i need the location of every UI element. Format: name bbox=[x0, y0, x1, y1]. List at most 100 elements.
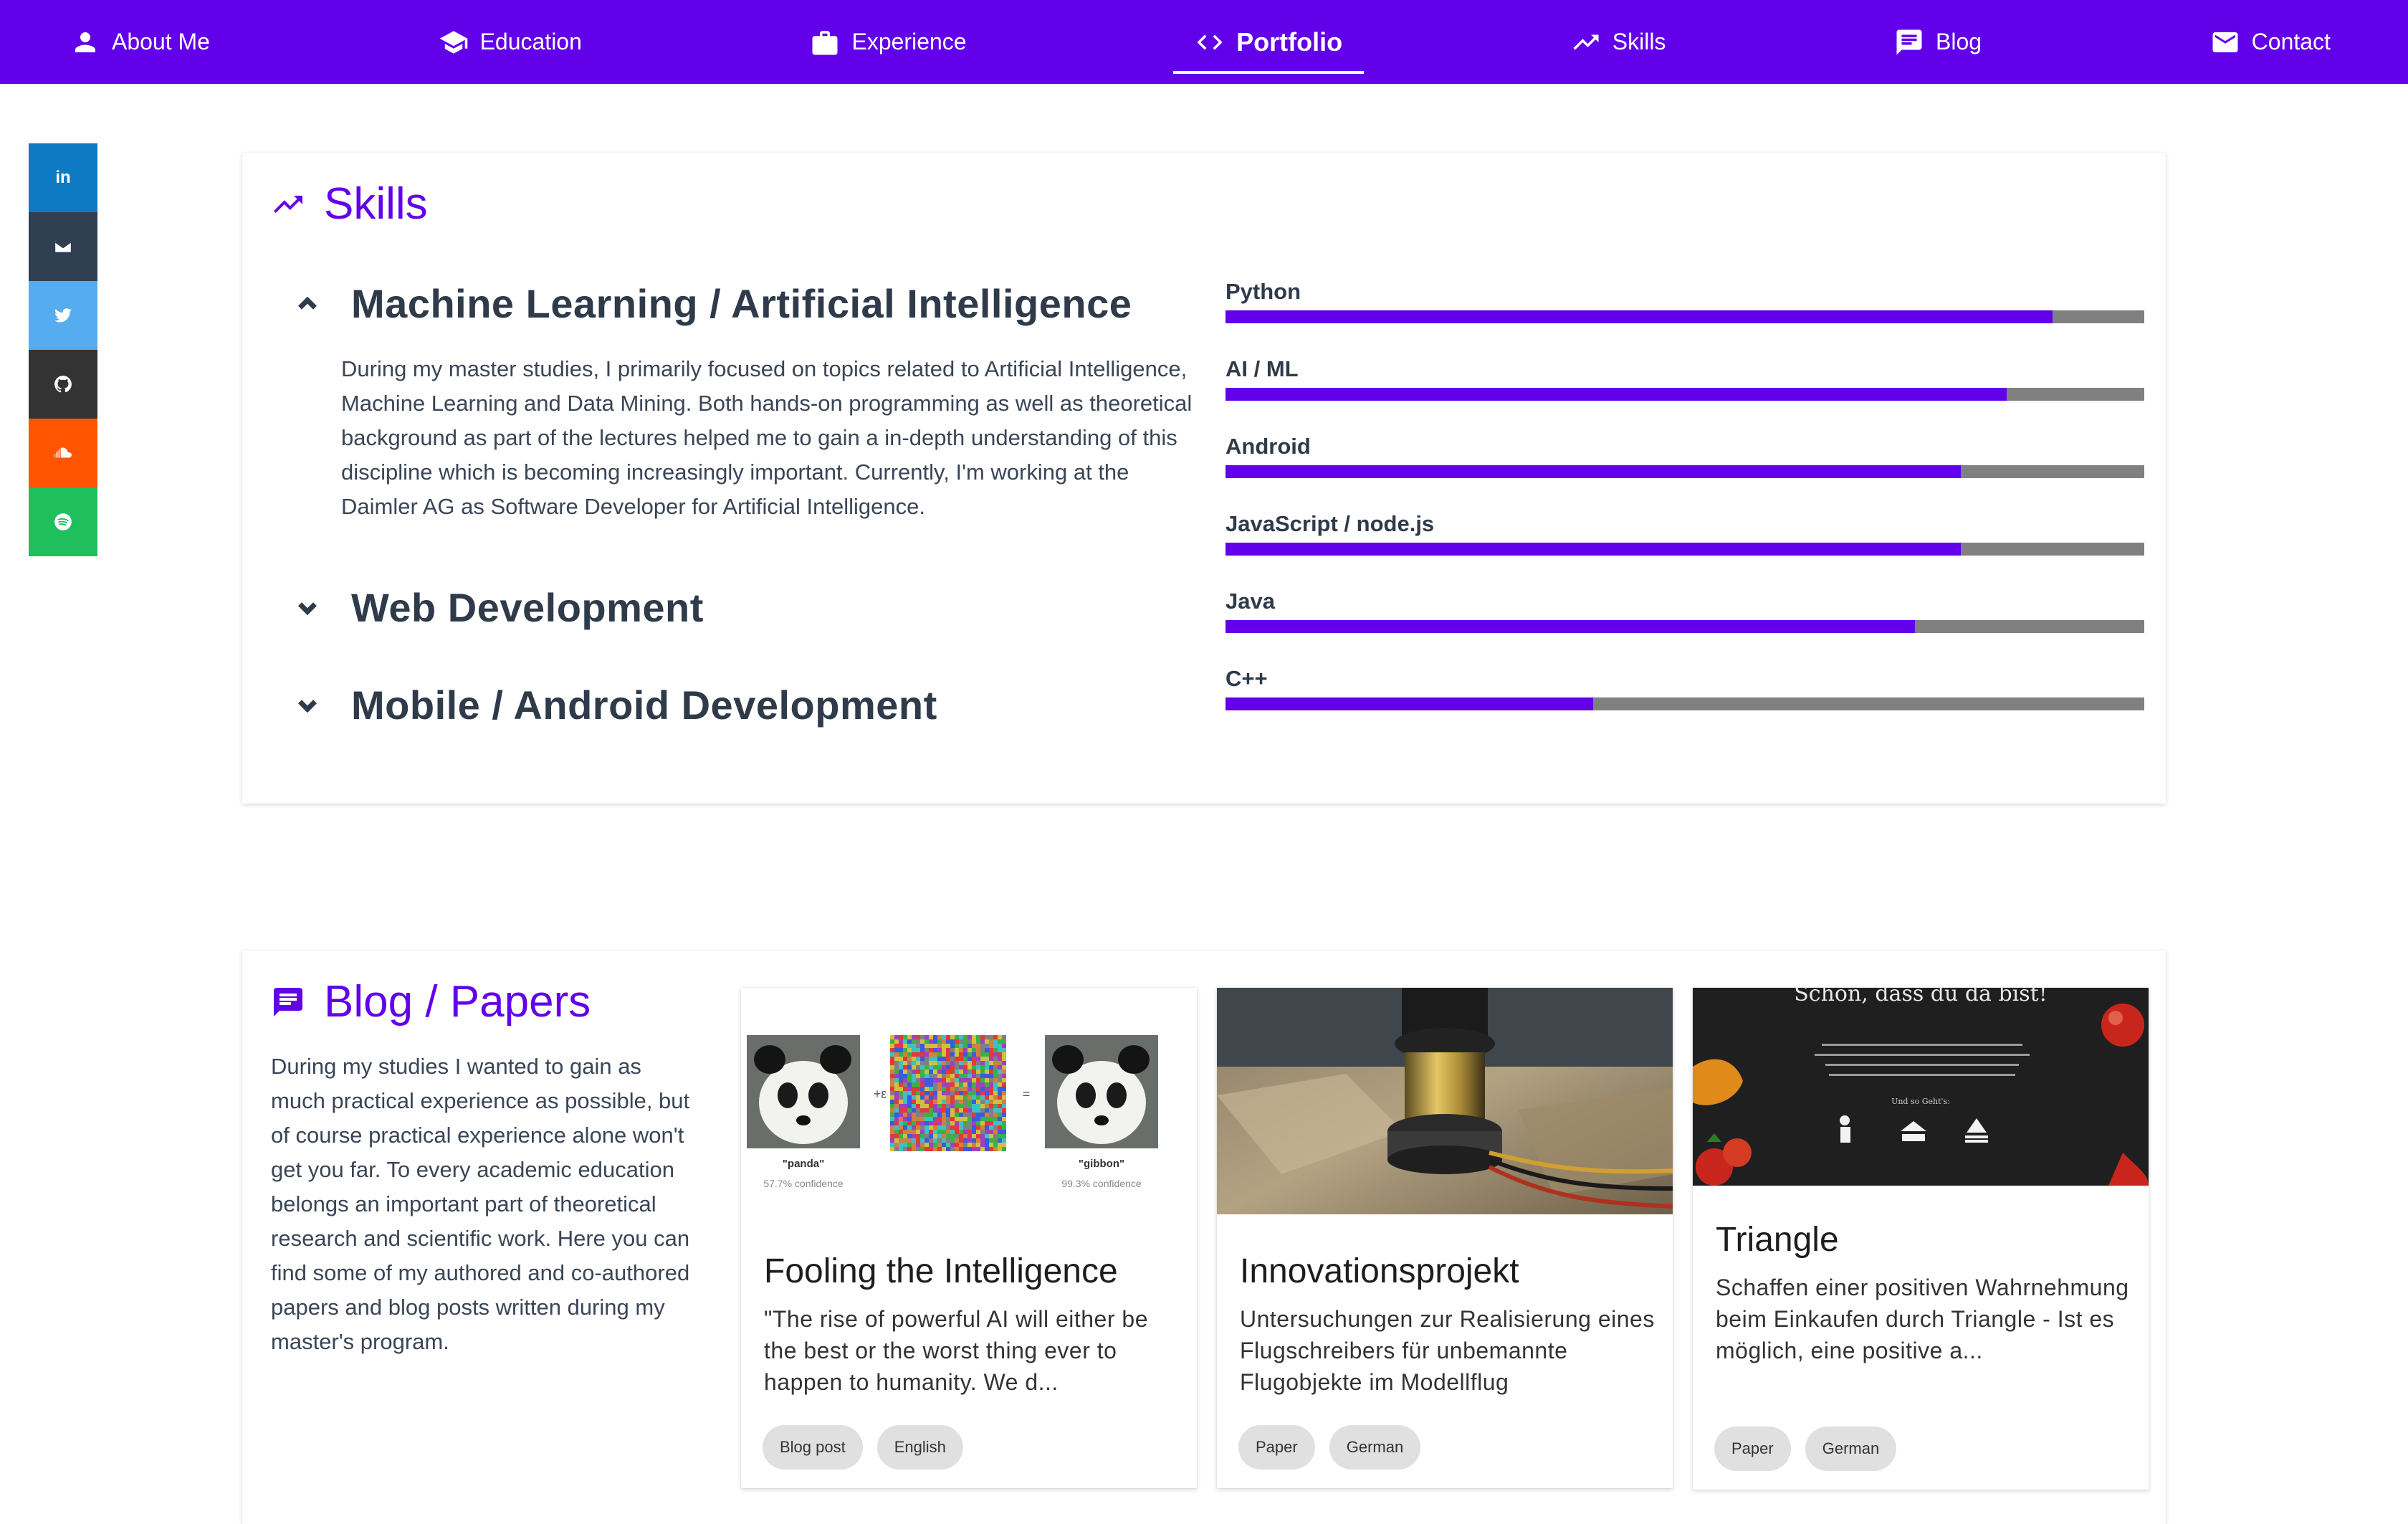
skill-fill bbox=[1226, 310, 2053, 323]
nav-label: Blog bbox=[1936, 29, 1982, 54]
nav-education[interactable]: Education bbox=[417, 0, 603, 84]
skill-bar-python: Python bbox=[1226, 275, 2144, 352]
accordion-mobile-android[interactable]: Mobile / Android Development bbox=[292, 682, 937, 728]
nav-label: About Me bbox=[112, 29, 210, 54]
skill-bar-android: Android bbox=[1226, 429, 2144, 507]
nav-portfolio[interactable]: Portfolio bbox=[1173, 0, 1365, 84]
post-title: Fooling the Intelligence bbox=[764, 1252, 1118, 1290]
github-icon bbox=[54, 376, 72, 393]
nav-label: Skills bbox=[1612, 29, 1666, 54]
skill-track bbox=[1226, 388, 2144, 401]
chevron-down-icon bbox=[298, 699, 317, 713]
chalkboard-headline: Schön, dass du da bist! bbox=[1794, 988, 2048, 1006]
skill-label: C++ bbox=[1226, 666, 1268, 691]
skill-fill bbox=[1226, 388, 2007, 401]
operator-plus: +ε bbox=[874, 1087, 887, 1101]
soundcloud-button[interactable] bbox=[29, 419, 97, 487]
tag-chip[interactable]: Paper bbox=[1238, 1425, 1315, 1470]
comment-icon bbox=[274, 987, 302, 1016]
skill-fill bbox=[1226, 543, 1961, 556]
post-image-triangle: Schön, dass du da bist! Und so Geht's: bbox=[1693, 988, 2149, 1186]
skill-label: Java bbox=[1226, 589, 1275, 614]
blog-card: Blog / Papers During my studies I wanted… bbox=[242, 951, 2166, 1524]
skill-fill bbox=[1226, 465, 1961, 478]
nav-label: Experience bbox=[851, 29, 967, 54]
post-description: "The rise of powerful AI will either be … bbox=[764, 1306, 1148, 1395]
skill-track bbox=[1226, 310, 2144, 323]
twitter-button[interactable] bbox=[29, 281, 97, 350]
blog-post-card[interactable]: "panda" 57.7% confidence +ε = "gibbon" 9… bbox=[741, 988, 1197, 1488]
post-title: Innovationsprojekt bbox=[1240, 1252, 1519, 1290]
skill-bar-java: Java bbox=[1226, 584, 2144, 662]
left-class-label: "panda" bbox=[783, 1158, 824, 1170]
triangle-chalkboard-image: Schön, dass du da bist! Und so Geht's: bbox=[1693, 988, 2149, 1186]
accordion-title: Web Development bbox=[351, 585, 704, 630]
soundcloud-icon bbox=[54, 447, 72, 458]
post-title: Triangle bbox=[1716, 1221, 1839, 1259]
accordion-web-development[interactable]: Web Development bbox=[292, 584, 704, 631]
nav-skills[interactable]: Skills bbox=[1549, 0, 1688, 84]
nav-experience[interactable]: Experience bbox=[788, 0, 988, 84]
blog-intro-text: During my studies I wanted to gain as mu… bbox=[271, 1054, 690, 1354]
nav-label: Education bbox=[479, 29, 582, 54]
skill-bar-javascript: JavaScript / node.js bbox=[1226, 507, 2144, 584]
tag-chip[interactable]: English bbox=[876, 1425, 963, 1470]
skill-track bbox=[1226, 465, 2144, 478]
top-navigation: About Me Education Experience Portfolio … bbox=[0, 0, 2408, 84]
skill-track bbox=[1226, 697, 2144, 710]
github-button[interactable] bbox=[29, 350, 97, 419]
skill-track bbox=[1226, 620, 2144, 633]
left-confidence: 57.7% confidence bbox=[763, 1178, 844, 1189]
nav-blog[interactable]: Blog bbox=[1873, 0, 2003, 84]
chevron-down-icon bbox=[298, 601, 317, 615]
tag-chip[interactable]: Paper bbox=[1714, 1427, 1791, 1471]
spotify-button[interactable] bbox=[29, 487, 97, 556]
blog-post-card[interactable]: Schön, dass du da bist! Und so Geht's: T… bbox=[1693, 988, 2149, 1490]
nav-contact[interactable]: Contact bbox=[2189, 0, 2352, 84]
skill-bar-cpp: C++ bbox=[1226, 662, 2144, 739]
briefcase-icon bbox=[812, 30, 838, 54]
twitter-icon bbox=[54, 308, 72, 323]
nav-label: Contact bbox=[2251, 29, 2331, 54]
noise-pattern bbox=[890, 1035, 1006, 1151]
accordion-ml-ai[interactable]: Machine Learning / Artificial Intelligen… bbox=[292, 280, 1132, 327]
email-button[interactable] bbox=[29, 212, 97, 281]
social-sidebar: in bbox=[29, 143, 97, 556]
envelope-icon bbox=[54, 241, 72, 252]
comment-icon bbox=[1896, 29, 1922, 54]
mail-icon bbox=[2212, 32, 2238, 52]
post-tags: Paper German bbox=[1238, 1425, 1421, 1470]
tag-chip[interactable]: Blog post bbox=[763, 1425, 863, 1470]
nav-about-me[interactable]: About Me bbox=[49, 0, 231, 84]
trending-up-icon bbox=[274, 195, 302, 213]
accordion-title: Mobile / Android Development bbox=[351, 682, 937, 728]
chevron-up-icon bbox=[298, 296, 317, 310]
tag-chip[interactable]: German bbox=[1805, 1427, 1897, 1471]
skill-label: Android bbox=[1226, 434, 1311, 459]
chalkboard-subtitle: Und so Geht's: bbox=[1891, 1097, 1950, 1106]
skill-label: JavaScript / node.js bbox=[1226, 511, 1435, 536]
linkedin-button[interactable]: in bbox=[29, 143, 97, 212]
skills-heading: Skills bbox=[271, 178, 428, 229]
tag-chip[interactable]: German bbox=[1329, 1425, 1421, 1470]
skill-label: Python bbox=[1226, 279, 1301, 304]
right-confidence: 99.3% confidence bbox=[1061, 1178, 1142, 1189]
post-image-adversarial: "panda" 57.7% confidence +ε = "gibbon" 9… bbox=[741, 988, 1197, 1214]
person-icon bbox=[75, 32, 95, 52]
post-description: Schaffen einer positiven Wahrnehmung bei… bbox=[1716, 1275, 2129, 1363]
operator-equals: = bbox=[1023, 1087, 1031, 1101]
post-image-drone-motor bbox=[1217, 988, 1673, 1214]
school-icon bbox=[439, 30, 467, 54]
blog-heading: Blog / Papers bbox=[271, 976, 591, 1027]
blog-post-card[interactable]: Innovationsprojekt Untersuchungen zur Re… bbox=[1217, 988, 1673, 1488]
section-title: Blog / Papers bbox=[324, 977, 591, 1027]
post-tags: Blog post English bbox=[763, 1425, 963, 1470]
code-icon bbox=[1197, 34, 1223, 49]
skill-bars: Python AI / ML Android JavaScript / node… bbox=[1226, 275, 2144, 739]
skill-track bbox=[1226, 543, 2144, 556]
section-title: Skills bbox=[324, 179, 428, 229]
accordion-title: Machine Learning / Artificial Intelligen… bbox=[351, 281, 1132, 326]
drone-motor-photo bbox=[1217, 988, 1673, 1214]
post-tags: Paper German bbox=[1714, 1427, 1897, 1471]
trending-up-icon bbox=[1573, 34, 1599, 49]
